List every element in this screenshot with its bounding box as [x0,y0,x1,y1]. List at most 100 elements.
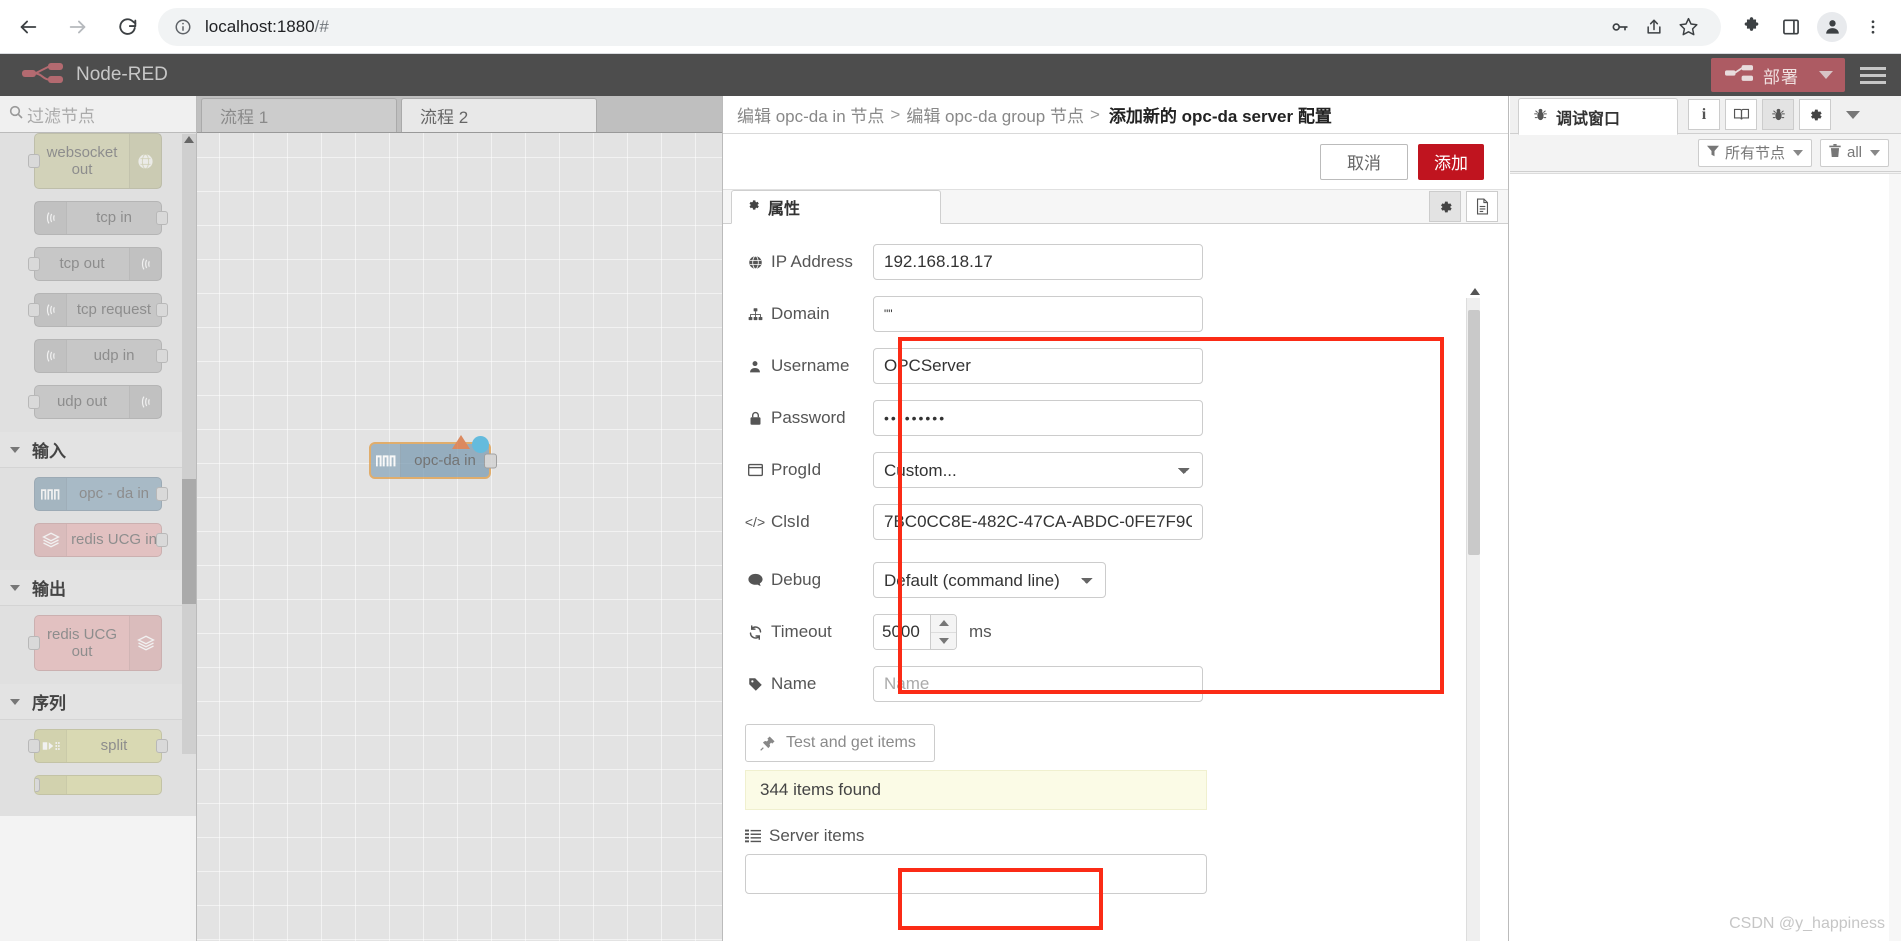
forward-button[interactable] [56,5,100,49]
palette-node-udp-out[interactable]: udp out [28,385,162,419]
progid-select[interactable]: Custom... [873,452,1203,488]
node-input-port[interactable] [28,257,40,271]
deploy-button[interactable]: 部署 [1711,58,1845,92]
node-output-port[interactable] [156,487,168,501]
palette-category-sequence[interactable]: 序列 [0,684,196,720]
profile-avatar-icon[interactable] [1817,11,1847,42]
stepper-increment-button[interactable] [931,615,956,633]
name-input[interactable] [873,666,1203,702]
node-input-port[interactable] [28,303,40,317]
flow-canvas[interactable]: opc-da in [197,133,722,941]
palette-node-split[interactable]: split [28,729,168,763]
palette-category-output[interactable]: 输出 [0,570,196,606]
palette-scrollbar-thumb[interactable] [182,479,196,604]
star-icon[interactable] [1671,10,1705,44]
palette-node-tcp-out[interactable]: tcp out [28,247,162,281]
node-input-port[interactable] [28,395,40,409]
debug-select[interactable]: Default (command line) [873,562,1106,598]
deploy-dropdown-caret[interactable] [1819,71,1833,79]
field-label-debug: Debug [745,570,873,590]
tag-icon [745,677,765,692]
stepper-decrement-button[interactable] [931,633,956,650]
test-and-get-items-button[interactable]: Test and get items [745,724,935,762]
clsid-input[interactable] [873,504,1203,540]
flow-node-opc-da-in[interactable]: opc-da in [369,435,497,479]
timeout-input[interactable] [874,615,930,649]
hamburger-menu-icon[interactable] [1845,54,1901,96]
ip-address-input[interactable] [873,244,1203,280]
bug-icon[interactable] [1762,99,1794,130]
signal-icon [129,248,161,280]
breadcrumb-item-1[interactable]: 编辑 opc-da in 节点 [737,102,884,127]
node-output-port[interactable] [156,303,168,317]
palette-node-partial[interactable] [34,775,162,795]
timeout-stepper[interactable] [873,614,957,650]
palette-group-output-nodes: redis UCG out [0,606,196,684]
password-input[interactable] [873,400,1203,436]
domain-input[interactable] [873,296,1203,332]
palette-node-redis-ucg-in[interactable]: redis UCG in [34,523,168,557]
debug-filter-button[interactable]: 所有节点 [1697,138,1812,167]
gear-icon[interactable] [1799,99,1831,130]
flow-tab-1[interactable]: 流程 1 [201,98,397,132]
info-circle-icon[interactable] [174,18,192,36]
info-icon[interactable]: i [1688,99,1720,130]
sidebar-tabs-dropdown-caret[interactable] [1846,110,1860,119]
palette-node-redis-ucg-out[interactable]: redis UCG out [28,615,162,671]
scroll-up-arrow-icon[interactable] [1470,288,1480,295]
node-output-port[interactable] [156,739,168,753]
config-form-scrollbar-thumb[interactable] [1468,310,1480,555]
back-button[interactable] [6,5,50,49]
cancel-button[interactable]: 取消 [1320,143,1408,180]
node-output-port[interactable] [484,453,497,468]
server-items-list[interactable] [745,854,1207,894]
document-icon[interactable] [1466,191,1498,222]
gear-icon[interactable] [1429,191,1461,222]
flow-tab-2[interactable]: 流程 2 [401,98,597,132]
scroll-up-arrow-icon[interactable] [184,136,194,143]
field-row-username: Username [745,348,1510,384]
field-label-clsid: </> ClsId [744,512,810,531]
puzzle-icon[interactable] [1731,7,1771,47]
node-output-port[interactable] [156,349,168,363]
key-icon[interactable] [1603,10,1637,44]
stepper-buttons [930,615,956,649]
node-input-port[interactable] [28,154,40,168]
palette-node-label: tcp request [76,301,152,319]
username-input[interactable] [873,348,1203,384]
three-dot-menu-icon[interactable] [1853,7,1893,47]
tab-properties-label: 属性 [768,201,801,218]
dialog-tool-icons [1429,191,1498,222]
debug-message-list[interactable] [1510,173,1901,941]
node-palette: 过滤节点 websocket out tcp in tcp out tcp re… [0,96,197,941]
palette-node-tcp-request[interactable]: tcp request [28,293,168,327]
search-icon [8,104,24,125]
palette-search[interactable]: 过滤节点 [0,96,196,133]
breadcrumb-item-2[interactable]: 编辑 opc-da group 节点 [906,102,1084,127]
node-input-port[interactable] [35,778,40,792]
add-button[interactable]: 添加 [1418,143,1484,180]
palette-node-tcp-in[interactable]: tcp in [34,201,168,235]
field-label-password: Password [745,408,873,428]
palette-category-input[interactable]: 输入 [0,432,196,468]
config-form-scrollbar[interactable] [1466,288,1480,941]
debug-clear-button[interactable]: all [1819,138,1889,167]
share-icon[interactable] [1637,10,1671,44]
node-input-port[interactable] [28,739,40,753]
debug-message-scrollbar[interactable] [1889,174,1901,941]
address-bar[interactable]: localhost:1880/# [158,7,1721,46]
tab-debug-window[interactable]: 调试窗口 [1518,98,1678,135]
palette-scrollbar[interactable] [182,134,196,754]
reload-button[interactable] [106,5,150,49]
palette-node-label: udp in [93,347,135,365]
tab-properties[interactable]: 属性 [731,190,941,224]
palette-node-websocket-out[interactable]: websocket out [28,133,162,189]
book-icon[interactable] [1725,99,1757,130]
side-panel-icon[interactable] [1771,7,1811,47]
node-output-port[interactable] [156,533,168,547]
node-output-port[interactable] [156,211,168,225]
node-input-port[interactable] [28,636,40,650]
palette-node-udp-in[interactable]: udp in [34,339,168,373]
user-icon [745,359,765,374]
palette-node-opc-da-in[interactable]: opc - da in [34,477,168,511]
